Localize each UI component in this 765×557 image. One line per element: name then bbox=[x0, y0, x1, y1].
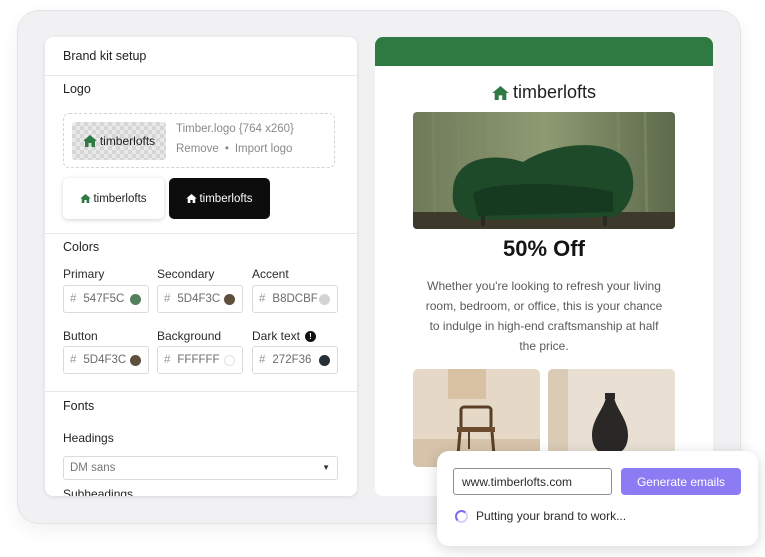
email-body-copy: Whether you're looking to refresh your l… bbox=[413, 276, 675, 356]
hash-prefix: # bbox=[70, 354, 77, 366]
brand-kit-panel: Brand kit setup Logo timberlofts Timber.… bbox=[45, 37, 357, 496]
logo-thumbnail: timberlofts bbox=[72, 122, 166, 160]
logo-variant-dark[interactable]: timberlofts bbox=[169, 178, 270, 219]
import-logo-link[interactable]: Import logo bbox=[235, 143, 293, 155]
warning-icon[interactable]: ! bbox=[305, 330, 317, 342]
email-logo: timberlofts bbox=[375, 82, 713, 103]
accent-color-label: Accent bbox=[252, 267, 289, 281]
body-line: to indulge in high-end craftsmanship at … bbox=[429, 319, 659, 333]
house-icon bbox=[186, 194, 198, 203]
headings-font-value: DM sans bbox=[70, 462, 116, 474]
button-color-label: Button bbox=[63, 329, 98, 343]
variant-light-wordmark: timberlofts bbox=[93, 192, 147, 205]
secondary-color-value: 5D4F3C bbox=[177, 293, 221, 305]
secondary-color-swatch[interactable] bbox=[224, 294, 235, 305]
website-url-input[interactable] bbox=[453, 468, 612, 495]
accent-color-value: B8DCBF bbox=[272, 293, 318, 305]
subheadings-font-label: Subheadings bbox=[63, 487, 134, 496]
variant-dark-wordmark: timberlofts bbox=[199, 192, 253, 205]
body-line: the price. bbox=[519, 339, 569, 353]
dark-text-color-label-wrap: Dark text ! bbox=[252, 329, 317, 343]
colors-section-label: Colors bbox=[63, 240, 100, 254]
background-color-swatch[interactable] bbox=[224, 355, 235, 366]
primary-color-swatch[interactable] bbox=[130, 294, 141, 305]
accent-color-swatch[interactable] bbox=[319, 294, 330, 305]
fonts-section-label: Fonts bbox=[63, 399, 95, 413]
headings-font-label: Headings bbox=[63, 431, 114, 445]
dark-text-color-input[interactable]: # 272F36 bbox=[252, 346, 338, 374]
dark-text-color-label: Dark text bbox=[252, 329, 301, 343]
remove-logo-link[interactable]: Remove bbox=[176, 143, 219, 155]
dark-text-color-value: 272F36 bbox=[272, 354, 312, 366]
divider bbox=[45, 233, 357, 234]
divider bbox=[45, 75, 357, 76]
dark-text-color-swatch[interactable] bbox=[319, 355, 330, 366]
hero-image-green-armchair bbox=[413, 112, 675, 229]
email-headline: 50% Off bbox=[503, 236, 585, 261]
generate-emails-card: Generate emails Putting your brand to wo… bbox=[437, 451, 758, 546]
background-color-value: FFFFFF bbox=[177, 354, 220, 366]
separator-dot: • bbox=[224, 143, 229, 155]
logo-file-info: Timber.logo {764 x260} bbox=[176, 123, 294, 135]
generation-status: Putting your brand to work... bbox=[455, 509, 626, 523]
house-icon bbox=[492, 85, 509, 100]
body-line: room, bedroom, or office, this is your c… bbox=[425, 299, 663, 313]
logo-variant-light[interactable]: timberlofts bbox=[63, 178, 164, 219]
background-color-input[interactable]: # FFFFFF bbox=[157, 346, 243, 374]
hash-prefix: # bbox=[70, 293, 77, 305]
primary-color-value: 547F5C bbox=[83, 293, 125, 305]
hash-prefix: # bbox=[259, 354, 266, 366]
status-text: Putting your brand to work... bbox=[476, 509, 627, 523]
button-color-value: 5D4F3C bbox=[83, 354, 127, 366]
panel-title: Brand kit setup bbox=[63, 49, 147, 63]
logo-actions: Remove • Import logo bbox=[176, 143, 292, 155]
secondary-color-label: Secondary bbox=[157, 267, 215, 281]
logo-section-label: Logo bbox=[63, 82, 91, 96]
house-icon bbox=[82, 135, 97, 147]
body-line: Whether you're looking to refresh your l… bbox=[427, 279, 661, 293]
logo-dropzone[interactable]: timberlofts Timber.logo {764 x260} Remov… bbox=[63, 113, 335, 168]
hash-prefix: # bbox=[259, 293, 266, 305]
email-header-band bbox=[375, 37, 713, 66]
hash-prefix: # bbox=[164, 354, 171, 366]
email-preview: timberlofts 50% Off Whether you're looki… bbox=[375, 37, 713, 496]
button-color-input[interactable]: # 5D4F3C bbox=[63, 346, 149, 374]
loading-spinner-icon bbox=[455, 509, 468, 523]
background-color-label: Background bbox=[157, 329, 222, 343]
chevron-down-icon: ▼ bbox=[322, 463, 330, 472]
house-icon bbox=[80, 194, 92, 203]
divider bbox=[45, 391, 357, 392]
secondary-color-input[interactable]: # 5D4F3C bbox=[157, 285, 243, 313]
logo-wordmark: timberlofts bbox=[99, 134, 156, 148]
primary-color-input[interactable]: # 547F5C bbox=[63, 285, 149, 313]
primary-color-label: Primary bbox=[63, 267, 105, 281]
accent-color-input[interactable]: # B8DCBF bbox=[252, 285, 338, 313]
email-wordmark: timberlofts bbox=[512, 82, 597, 102]
headings-font-select[interactable]: DM sans ▼ bbox=[63, 456, 338, 480]
generate-emails-button[interactable]: Generate emails bbox=[621, 468, 741, 495]
hash-prefix: # bbox=[164, 293, 171, 305]
button-color-swatch[interactable] bbox=[130, 355, 141, 366]
